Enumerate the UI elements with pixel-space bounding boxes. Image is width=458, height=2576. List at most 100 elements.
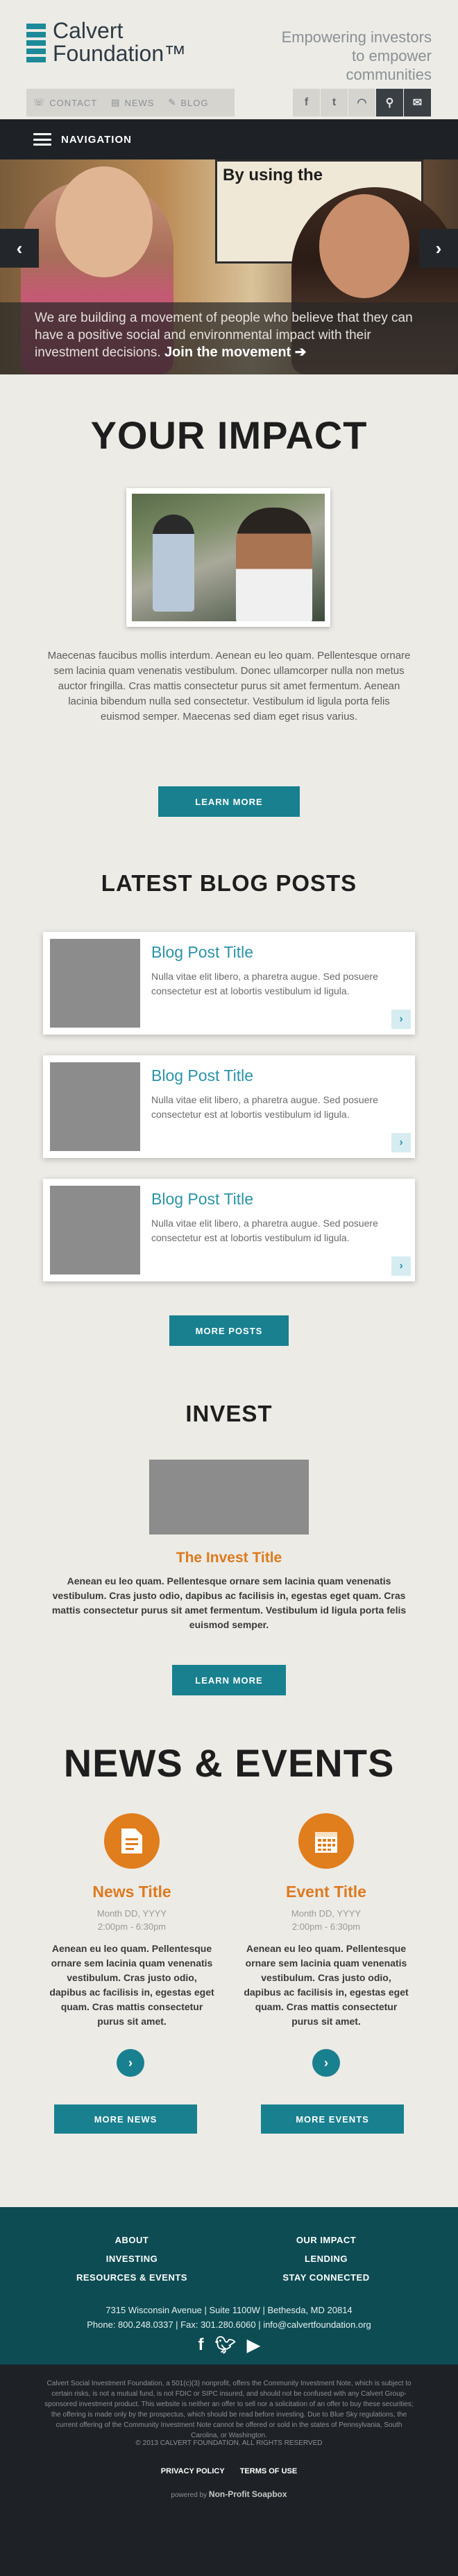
news-date-text: Month DD, YYYY — [96, 1908, 167, 1919]
impact-photo-figure-back — [153, 515, 194, 612]
hero-board-text: By using the — [223, 166, 323, 184]
twitter-icon[interactable]: 🐦︎ — [215, 2335, 236, 2355]
news-date: Month DD, YYYY 2:00pm - 6:30pm — [47, 1907, 217, 1933]
news-body: Aenean eu leo quam. Pellentesque ornare … — [49, 1943, 214, 2027]
search-icon[interactable]: ⚲ — [376, 89, 404, 116]
footer-address-line: 7315 Wisconsin Avenue | Suite 1100W | Be… — [105, 2305, 353, 2315]
join-movement-link[interactable]: Join the movement ➔ — [164, 345, 307, 360]
calendar-icon — [315, 1832, 337, 1853]
blog-label: BLOG — [180, 97, 209, 108]
mail-icon[interactable]: ✉ — [404, 89, 432, 116]
footer-link-impact[interactable]: OUR IMPACT — [257, 2235, 396, 2245]
blog-card[interactable]: Blog Post Title Nulla vitae elit libero,… — [43, 932, 415, 1035]
news-time-text: 2:00pm - 6:30pm — [97, 1921, 167, 1932]
event-arrow-button[interactable]: › — [312, 2049, 340, 2077]
copyright: © 2013 CALVERT FOUNDATION. ALL RIGHTS RE… — [135, 2439, 323, 2447]
news-icon — [104, 1813, 160, 1869]
hero-caption: We are building a movement of people who… — [35, 309, 437, 361]
event-column: Event Title Month DD, YYYY 2:00pm - 6:30… — [241, 1813, 411, 2029]
footer-address: 7315 Wisconsin Avenue | Suite 1100W | Be… — [0, 2303, 458, 2332]
blog-link[interactable]: ✎ BLOG — [168, 97, 208, 108]
logo-line2: Foundation™ — [53, 41, 187, 66]
hero-person-left-head — [56, 166, 153, 277]
contact-label: CONTACT — [49, 97, 98, 108]
contact-icon: ☏ — [33, 97, 46, 107]
news-label: NEWS — [124, 97, 155, 108]
blog-thumbnail — [50, 1186, 140, 1274]
legal-disclaimer: Calvert Social Investment Foundation, a … — [44, 2380, 414, 2439]
rss-icon[interactable]: ◠ — [348, 89, 376, 116]
invest-learn-more-button[interactable]: LEARN MORE — [172, 1665, 286, 1695]
footer: ABOUT INVESTING RESOURCES & EVENTS OUR I… — [0, 2207, 458, 2365]
facebook-icon[interactable]: f — [198, 2335, 204, 2355]
legal-links: PRIVACY POLICY TERMS OF USE — [0, 2467, 458, 2475]
blog-thumbnail — [50, 1062, 140, 1151]
news-link[interactable]: ▤ NEWS — [111, 97, 154, 108]
impact-learn-more-button[interactable]: LEARN MORE — [158, 786, 300, 817]
event-body: Aenean eu leo quam. Pellentesque ornare … — [244, 1943, 409, 2027]
footer-link-about[interactable]: ABOUT — [62, 2235, 201, 2245]
header: Calvert Foundation™ Empowering investors… — [0, 0, 458, 161]
blog-thumbnail — [50, 939, 140, 1028]
footer-link-investing[interactable]: INVESTING — [62, 2254, 201, 2264]
blog-read-more-icon[interactable]: › — [391, 1133, 411, 1152]
blog-title: LATEST BLOG POSTS — [101, 870, 357, 896]
powered-by[interactable]: powered by Non-Profit Soapbox — [0, 2489, 458, 2499]
event-time-text: 2:00pm - 6:30pm — [291, 1921, 361, 1932]
footer-nav-right: OUR IMPACT LENDING STAY CONNECTED — [257, 2235, 396, 2291]
twitter-icon[interactable]: t — [321, 89, 348, 116]
event-title[interactable]: Event Title — [241, 1883, 411, 1901]
carousel-next-button[interactable]: › — [419, 229, 458, 268]
document-icon — [121, 1829, 142, 1853]
invest-body: Aenean eu leo quam. Pellentesque ornare … — [51, 1575, 407, 1630]
blog-card[interactable]: Blog Post Title Nulla vitae elit libero,… — [43, 1179, 415, 1281]
footer-link-connected[interactable]: STAY CONNECTED — [257, 2272, 396, 2283]
tagline: Empowering investors to empower communit… — [281, 28, 432, 83]
hero-person-right-head — [319, 194, 409, 298]
facebook-icon[interactable]: f — [293, 89, 321, 116]
invest-subtitle[interactable]: The Invest Title — [0, 1550, 458, 1566]
more-events-button[interactable]: MORE EVENTS — [261, 2104, 404, 2134]
youtube-icon[interactable]: ▶ — [247, 2335, 260, 2355]
navigation-bar[interactable]: NAVIGATION — [0, 119, 458, 159]
footer-nav-left: ABOUT INVESTING RESOURCES & EVENTS — [62, 2235, 201, 2291]
contact-link[interactable]: ☏ CONTACT — [33, 97, 97, 108]
impact-photo-image — [132, 494, 325, 621]
blog-read-more-icon[interactable]: › — [391, 1010, 411, 1029]
menu-icon[interactable] — [33, 133, 51, 146]
news-title[interactable]: News Title — [47, 1883, 217, 1901]
blog-post-excerpt: Nulla vitae elit libero, a pharetra augu… — [151, 971, 378, 996]
footer-link-resources[interactable]: RESOURCES & EVENTS — [62, 2272, 201, 2283]
event-icon — [298, 1813, 354, 1869]
blog-post-excerpt: Nulla vitae elit libero, a pharetra augu… — [151, 1094, 378, 1120]
privacy-policy-link[interactable]: PRIVACY POLICY — [161, 2467, 225, 2475]
blog-post-title[interactable]: Blog Post Title — [151, 943, 253, 962]
blog-icon: ✎ — [168, 97, 177, 107]
news-arrow-button[interactable]: › — [117, 2049, 144, 2077]
carousel-prev-button[interactable]: ‹ — [0, 229, 39, 268]
social-bar: f t ◠ ⚲ ✉ — [293, 89, 432, 116]
hero-carousel: By using the We are building a movement … — [0, 159, 458, 374]
impact-body: Maecenas faucibus mollis interdum. Aenea… — [47, 650, 411, 723]
powered-by-prefix: powered by — [171, 2491, 207, 2499]
news-icon: ▤ — [111, 97, 121, 107]
footer-link-lending[interactable]: LENDING — [257, 2254, 396, 2264]
logo-line1: Calvert — [53, 18, 124, 43]
more-news-button[interactable]: MORE NEWS — [54, 2104, 197, 2134]
blog-post-title[interactable]: Blog Post Title — [151, 1190, 253, 1209]
utility-links: ☏ CONTACT ▤ NEWS ✎ BLOG — [26, 89, 235, 116]
more-posts-button[interactable]: MORE POSTS — [169, 1315, 289, 1346]
terms-of-use-link[interactable]: TERMS OF USE — [240, 2467, 298, 2475]
invest-title: INVEST — [185, 1401, 273, 1426]
logo-mark-icon — [26, 24, 46, 62]
blog-read-more-icon[interactable]: › — [391, 1256, 411, 1276]
footer-contact-line: Phone: 800.248.0337 | Fax: 301.280.6060 … — [87, 2319, 371, 2330]
news-events-title: NEWS & EVENTS — [63, 1741, 395, 1785]
navigation-label: NAVIGATION — [61, 133, 132, 146]
blog-post-title[interactable]: Blog Post Title — [151, 1066, 253, 1085]
event-date-text: Month DD, YYYY — [291, 1908, 362, 1919]
footer-social: f 🐦︎ ▶ — [0, 2335, 458, 2355]
blog-card[interactable]: Blog Post Title Nulla vitae elit libero,… — [43, 1055, 415, 1158]
legal-footer: Calvert Social Investment Foundation, a … — [0, 2365, 458, 2576]
logo[interactable]: Calvert Foundation™ — [26, 19, 186, 65]
